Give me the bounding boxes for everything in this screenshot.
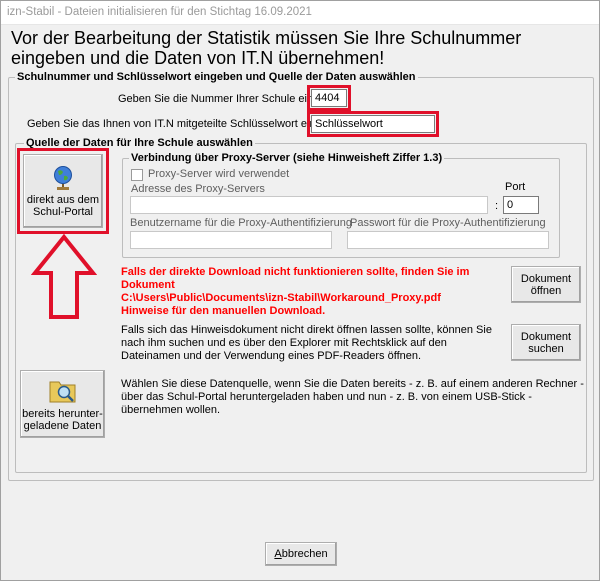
school-number-label: Geben Sie die Nummer Ihrer Schule ein: xyxy=(118,93,317,105)
credentials-group-title: Schulnummer und Schlüsselwort eingeben u… xyxy=(15,71,418,83)
cancel-button[interactable]: Abbrechen xyxy=(265,542,337,566)
page-headline: Vor der Bearbeitung der Statistik müssen… xyxy=(11,28,522,68)
proxy-address-label: Adresse des Proxy-Servers xyxy=(131,183,265,195)
keyword-label: Geben Sie das Ihnen von IT.N mitgeteilte… xyxy=(27,118,319,130)
search-hint-text: Falls sich das Hinweisdokument nicht dir… xyxy=(121,324,492,362)
port-separator: : xyxy=(495,200,499,212)
proxy-username-input[interactable] xyxy=(130,231,332,249)
dialog-window: izn-Stabil - Dateien initialisieren für … xyxy=(0,0,600,581)
search-document-button[interactable]: Dokument suchen xyxy=(511,324,581,361)
proxy-username-label: Benutzername für die Proxy-Authentifizie… xyxy=(130,217,352,229)
keyword-highlight xyxy=(307,111,439,137)
open-document-label: Dokument öffnen xyxy=(520,272,572,297)
open-document-button[interactable]: Dokument öffnen xyxy=(511,266,581,303)
port-input[interactable]: 0 xyxy=(503,196,539,214)
proxy-group-title: Verbindung über Proxy-Server (siehe Hinw… xyxy=(129,152,445,164)
school-number-highlight xyxy=(307,85,351,111)
port-label: Port xyxy=(505,181,526,193)
proxy-checkbox-label: Proxy-Server wird verwendet xyxy=(148,168,290,180)
cancel-label: bbrechen xyxy=(281,548,328,560)
downloaded-data-button[interactable]: bereits herunter- geladene Daten xyxy=(20,370,105,438)
download-hint-line-2: Dokument xyxy=(121,279,175,291)
download-hint-line-4: Hinweise für den manuellen Download. xyxy=(121,305,326,317)
downloaded-data-label: bereits herunter- geladene Daten xyxy=(22,407,103,432)
cancel-accelerator: A xyxy=(274,548,282,560)
search-document-label: Dokument suchen xyxy=(520,330,572,355)
download-hint-line-1: Falls der direkte Download nicht funktio… xyxy=(121,266,470,278)
proxy-address-input[interactable] xyxy=(130,196,488,214)
downloaded-data-description: Wählen Sie diese Datenquelle, wenn Sie d… xyxy=(121,378,584,416)
download-hint-path: C:\Users\Public\Documents\izn-Stabil\Wor… xyxy=(121,292,441,304)
proxy-password-label: Passwort für die Proxy-Authentifizierung xyxy=(350,217,546,229)
arrow-up-annotation xyxy=(31,233,97,319)
proxy-password-input[interactable] xyxy=(347,231,549,249)
proxy-checkbox[interactable] xyxy=(131,169,143,181)
window-title: izn-Stabil - Dateien initialisieren für … xyxy=(1,1,599,25)
folder-search-icon xyxy=(49,381,75,402)
portal-button-highlight xyxy=(17,148,109,234)
